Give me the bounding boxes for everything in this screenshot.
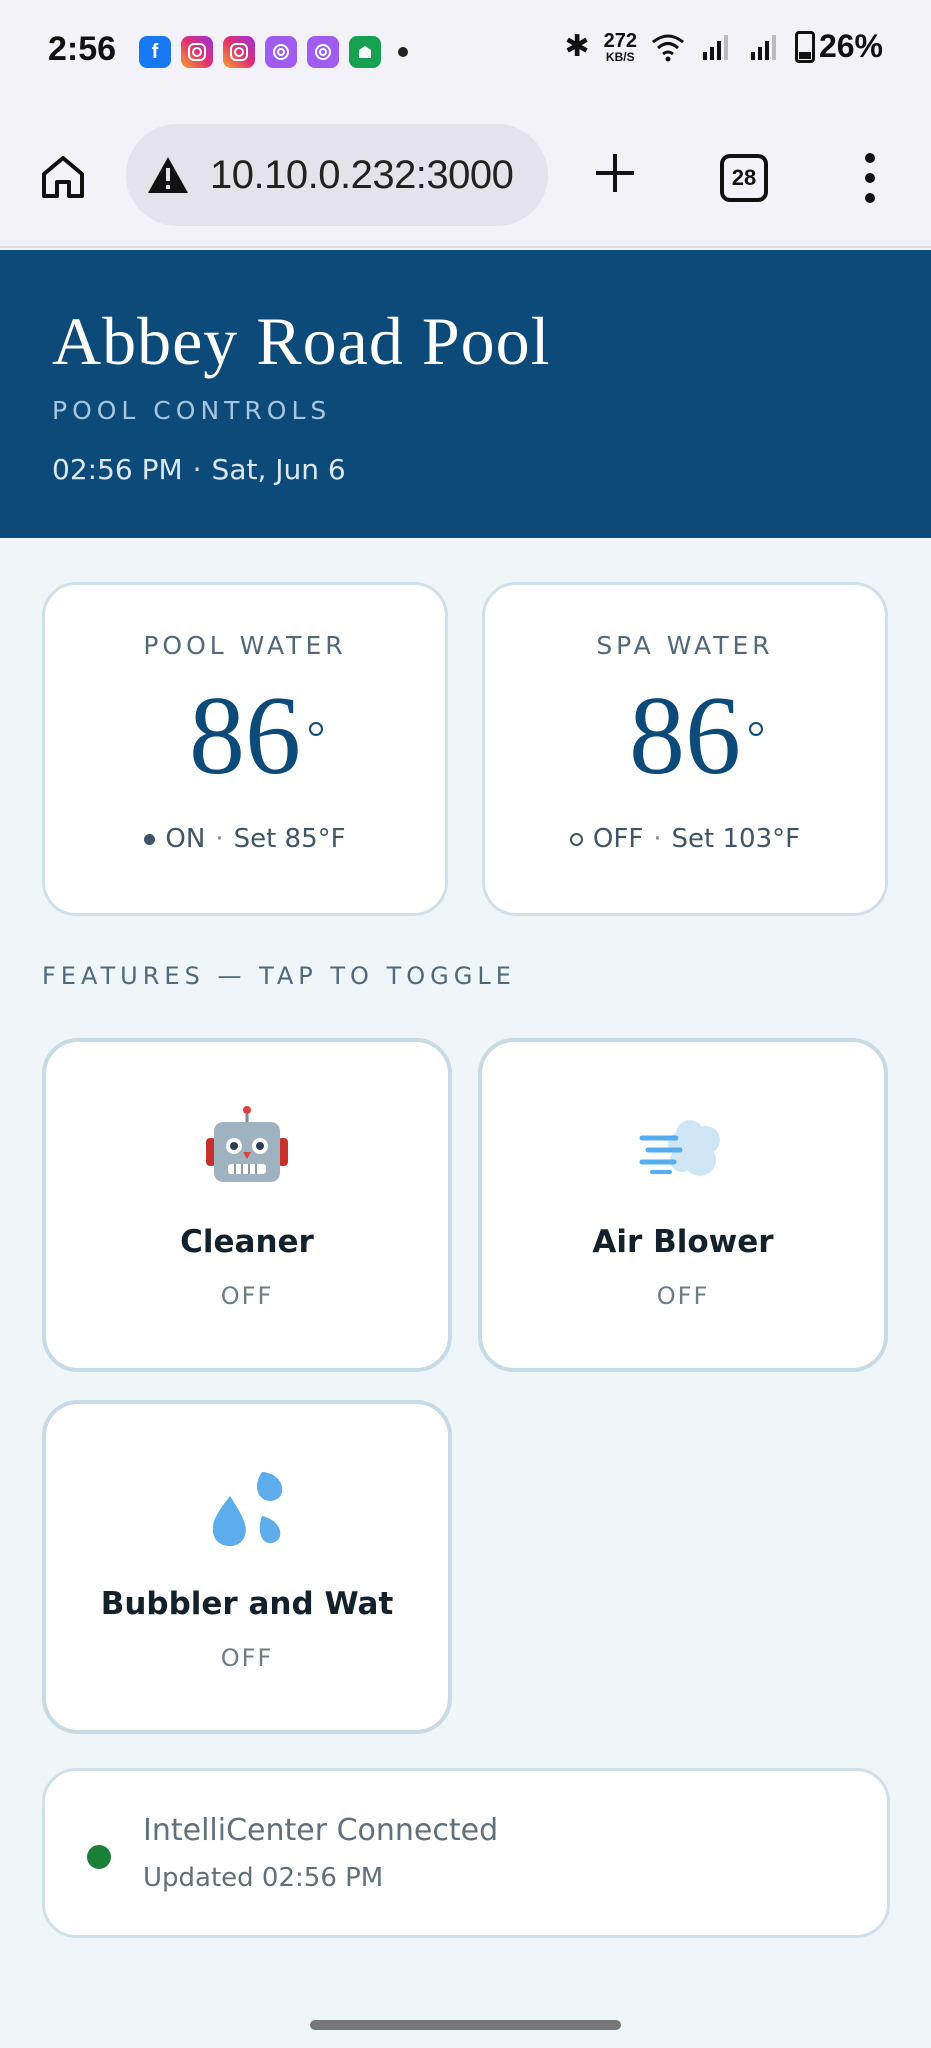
page-subtitle: POOL CONTROLS (52, 396, 332, 425)
more-notifications-dot (398, 47, 408, 57)
spa-water-card: SPA WATER 86 OFF · Set 103°F (482, 582, 888, 916)
threads-icon (307, 36, 339, 68)
current-date: Sat, Jun 6 (211, 453, 346, 486)
app-icon (349, 36, 381, 68)
address-bar[interactable]: 10.10.0.232:3000 (126, 124, 548, 226)
page-title: Abbey Road Pool (52, 303, 551, 379)
threads-icon (265, 36, 297, 68)
gesture-home-indicator[interactable] (310, 2020, 621, 2030)
facebook-icon: f (139, 36, 171, 68)
feature-toggle-bubbler[interactable]: Bubbler and Wat OFF (42, 1400, 452, 1734)
water-temperature: 86 (629, 680, 763, 792)
water-temperature: 86 (189, 680, 323, 792)
battery: 26% (794, 28, 883, 65)
app-header: Abbey Road Pool POOL CONTROLS 02:56 PM · S… (0, 250, 931, 538)
warning-icon[interactable] (146, 155, 190, 195)
degree-symbol (749, 722, 763, 736)
last-updated-text: Updated 02:56 PM (143, 1863, 384, 1893)
status-time: 2:56 (48, 30, 117, 68)
notification-icons: f (139, 36, 381, 68)
water-label: POOL WATER (143, 631, 347, 660)
feature-name: Bubbler and Wat (100, 1586, 394, 1622)
pool-water-card: POOL WATER 86 ON · Set 85°F (42, 582, 448, 916)
status-bar: 2:56 f ✱ 272 KB/S 26% (0, 0, 931, 104)
bluetooth-icon: ✱ (564, 29, 590, 64)
heater-state: OFF (592, 824, 644, 854)
feature-name: Cleaner (180, 1224, 314, 1260)
feature-state: OFF (220, 1282, 274, 1310)
status-off-dot (569, 832, 583, 846)
setpoint: Set 85°F (233, 824, 346, 854)
system-icons: ✱ 272 KB/S 26% (564, 28, 883, 65)
robot-icon (206, 1106, 288, 1182)
battery-percent: 26% (818, 28, 883, 64)
wifi-icon (652, 34, 684, 61)
overflow-menu-icon[interactable] (858, 150, 882, 206)
current-datetime: 02:56 PM · Sat, Jun 6 (52, 453, 346, 486)
connection-status-dot (87, 1845, 111, 1869)
water-label: SPA WATER (596, 631, 774, 660)
current-time: 02:56 PM (52, 453, 183, 486)
instagram-icon (223, 36, 255, 68)
features-section-title: FEATURES — TAP TO TOGGLE (42, 962, 516, 990)
heater-state: ON (165, 824, 206, 854)
feature-toggle-cleaner[interactable]: Cleaner OFF (42, 1038, 452, 1372)
battery-level-fill (798, 51, 811, 59)
heater-status: ON · Set 85°F (45, 824, 445, 854)
instagram-icon (181, 36, 213, 68)
cell-signal-icon (702, 34, 728, 60)
feature-state: OFF (220, 1644, 274, 1672)
browser-toolbar: 10.10.0.232:3000 28 (0, 104, 931, 248)
connection-status-text: IntelliCenter Connected (143, 1813, 499, 1848)
feature-toggle-air-blower[interactable]: Air Blower OFF (478, 1038, 888, 1372)
heater-status: OFF · Set 103°F (485, 824, 885, 854)
battery-icon (794, 30, 815, 63)
home-icon[interactable] (38, 152, 88, 202)
tab-switcher-button[interactable]: 28 (720, 154, 768, 202)
network-speed: 272 KB/S (603, 29, 637, 64)
url-text[interactable]: 10.10.0.232:3000 (210, 153, 514, 198)
degree-symbol (309, 722, 323, 736)
connection-status-card: IntelliCenter Connected Updated 02:56 PM (42, 1768, 890, 1938)
dash-wind-icon (639, 1120, 720, 1176)
cell-signal-icon (750, 34, 776, 60)
new-tab-icon[interactable] (590, 148, 640, 198)
water-drops-icon (212, 1472, 283, 1547)
setpoint: Set 103°F (671, 824, 801, 854)
feature-name: Air Blower (592, 1224, 774, 1260)
feature-state: OFF (656, 1282, 710, 1310)
status-on-dot (144, 833, 156, 845)
